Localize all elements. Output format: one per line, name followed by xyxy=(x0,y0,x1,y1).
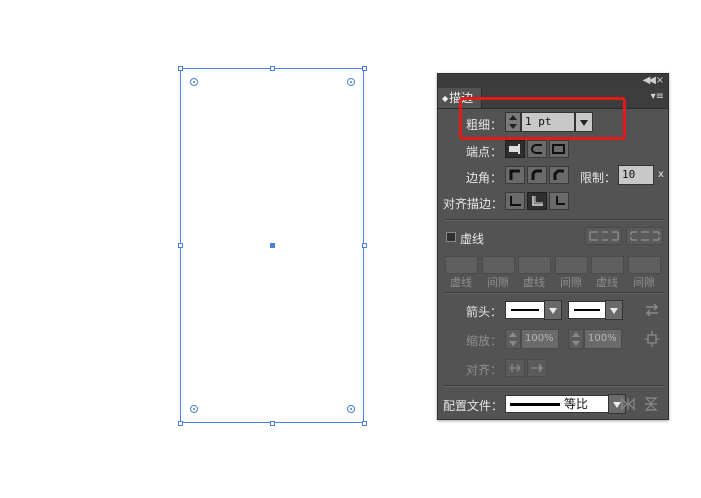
dash-3-label: 虚线 xyxy=(596,276,618,289)
butt-cap-button[interactable] xyxy=(505,140,525,158)
close-icon[interactable]: × xyxy=(656,74,664,88)
end-arrowhead-dropdown-icon[interactable] xyxy=(605,300,623,320)
flip-along-icon[interactable] xyxy=(620,397,636,411)
dash-2-label: 虚线 xyxy=(523,276,545,289)
arrowheads-label: 箭头： xyxy=(466,305,503,319)
profile-label: 配置文件： xyxy=(443,399,504,413)
gap-3-label: 间隙 xyxy=(633,276,655,289)
panel-title-bar[interactable]: ◀◀ × xyxy=(438,74,668,89)
link-scale-icon[interactable] xyxy=(644,330,660,348)
gap-1-input[interactable] xyxy=(482,256,515,274)
handle-middle-right[interactable] xyxy=(362,243,367,248)
align-center-icon xyxy=(510,196,521,206)
separator-2 xyxy=(444,292,664,294)
miter-join-icon xyxy=(509,169,520,180)
bevel-join-icon xyxy=(553,169,564,180)
gap-2-input[interactable] xyxy=(555,256,588,274)
dashed-line-checkbox[interactable] xyxy=(446,232,456,242)
align-outside-icon xyxy=(556,196,565,205)
center-point xyxy=(270,243,275,248)
profile-select[interactable]: 等比 xyxy=(505,395,609,413)
limit-unit: x xyxy=(658,169,664,180)
handle-top-right[interactable] xyxy=(362,66,367,71)
panel-menu-icon[interactable]: ▾≡ xyxy=(651,91,664,102)
miter-join-button[interactable] xyxy=(505,166,525,184)
dash-2-input[interactable] xyxy=(518,256,551,274)
end-scale-input[interactable]: 100% xyxy=(584,329,622,349)
align-outside-button[interactable] xyxy=(549,192,569,210)
dashed-line-label: 虚线 xyxy=(460,232,485,246)
end-scale-stepper[interactable] xyxy=(568,329,584,349)
preserve-dash-button[interactable] xyxy=(585,227,622,245)
dash-1-input[interactable] xyxy=(445,256,478,274)
scale-label: 缩放： xyxy=(466,334,503,348)
end-arrowhead-select[interactable] xyxy=(568,301,606,319)
swap-arrowheads-icon[interactable] xyxy=(644,303,660,317)
align-inside-button[interactable] xyxy=(527,192,547,210)
gap-2-label: 间隙 xyxy=(560,276,582,289)
miter-limit-input[interactable]: 10 xyxy=(618,165,654,185)
corner-label: 边角： xyxy=(466,171,503,185)
projecting-cap-button[interactable] xyxy=(549,140,569,158)
corner-radius-widget-br[interactable] xyxy=(347,405,355,413)
highlight-box xyxy=(459,97,626,140)
align-dash-button[interactable] xyxy=(626,227,663,245)
start-scale-input[interactable]: 100% xyxy=(521,329,559,349)
profile-select-value: 等比 xyxy=(564,397,589,411)
arrow-align-label: 对齐： xyxy=(466,363,503,377)
handle-middle-left[interactable] xyxy=(178,243,183,248)
flip-across-icon[interactable] xyxy=(644,396,658,412)
align-center-button[interactable] xyxy=(505,192,525,210)
gap-3-input[interactable] xyxy=(628,256,661,274)
handle-bottom-right[interactable] xyxy=(362,421,367,426)
place-arrow-tip-button[interactable] xyxy=(527,359,547,377)
corner-radius-widget-tl[interactable] xyxy=(190,78,198,86)
bevel-join-button[interactable] xyxy=(549,166,569,184)
separator-1 xyxy=(444,219,664,221)
place-arrow-tip-icon xyxy=(531,364,543,372)
round-join-button[interactable] xyxy=(527,166,547,184)
round-join-icon xyxy=(531,169,542,180)
tab-toggle-icon[interactable]: ◆ xyxy=(442,94,448,103)
align-inside-icon xyxy=(532,196,543,206)
start-scale-stepper[interactable] xyxy=(505,329,521,349)
extend-arrow-tip-button[interactable] xyxy=(505,359,525,377)
round-cap-button[interactable] xyxy=(527,140,547,158)
preserve-dash-icon xyxy=(589,231,619,241)
dash-1-label: 虚线 xyxy=(450,276,472,289)
gap-1-label: 间隙 xyxy=(487,276,509,289)
separator-3 xyxy=(444,385,664,387)
align-dash-icon xyxy=(630,231,660,241)
handle-top-middle[interactable] xyxy=(270,66,275,71)
round-cap-icon xyxy=(531,144,542,154)
handle-bottom-middle[interactable] xyxy=(270,421,275,426)
projecting-cap-icon xyxy=(552,144,565,154)
start-arrowhead-select[interactable] xyxy=(505,301,545,319)
cap-label: 端点： xyxy=(466,145,503,159)
butt-cap-icon xyxy=(509,144,520,154)
start-arrowhead-dropdown-icon[interactable] xyxy=(544,300,562,320)
handle-bottom-left[interactable] xyxy=(178,421,183,426)
handle-top-left[interactable] xyxy=(178,66,183,71)
corner-radius-widget-bl[interactable] xyxy=(190,405,198,413)
corner-radius-widget-tr[interactable] xyxy=(347,78,355,86)
collapse-icon[interactable]: ◀◀ xyxy=(643,74,656,88)
limit-label: 限制： xyxy=(580,171,617,185)
extend-arrow-tip-icon xyxy=(509,364,521,372)
align-stroke-label: 对齐描边： xyxy=(443,197,504,211)
dash-3-input[interactable] xyxy=(591,256,624,274)
